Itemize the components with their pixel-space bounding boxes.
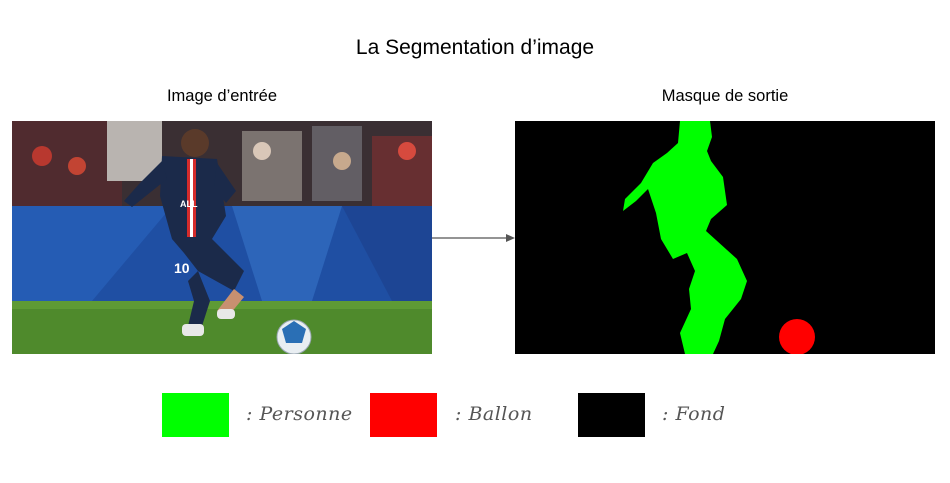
jersey-sponsor: ALL <box>180 199 198 209</box>
diagram-title: La Segmentation d’image <box>355 36 595 59</box>
ball-mask <box>779 319 815 354</box>
input-image: 10 ALL <box>12 121 432 354</box>
input-caption: Image d’entrée <box>166 87 278 105</box>
legend-label-person: : Personne <box>246 403 353 425</box>
legend-label-background: : Fond <box>662 403 726 425</box>
arrow <box>432 228 515 248</box>
legend-swatch-ball <box>370 393 437 437</box>
ball <box>276 319 312 354</box>
arrow-icon <box>432 234 515 242</box>
legend-swatch-person <box>162 393 229 437</box>
legend-swatch-background <box>578 393 645 437</box>
output-caption: Masque de sortie <box>661 87 789 105</box>
input-image-drawing: 10 ALL <box>12 121 432 354</box>
output-mask <box>515 121 935 354</box>
legend-label-ball: : Ballon <box>455 403 533 425</box>
output-mask-drawing <box>515 121 935 354</box>
jersey-number: 10 <box>174 260 190 276</box>
